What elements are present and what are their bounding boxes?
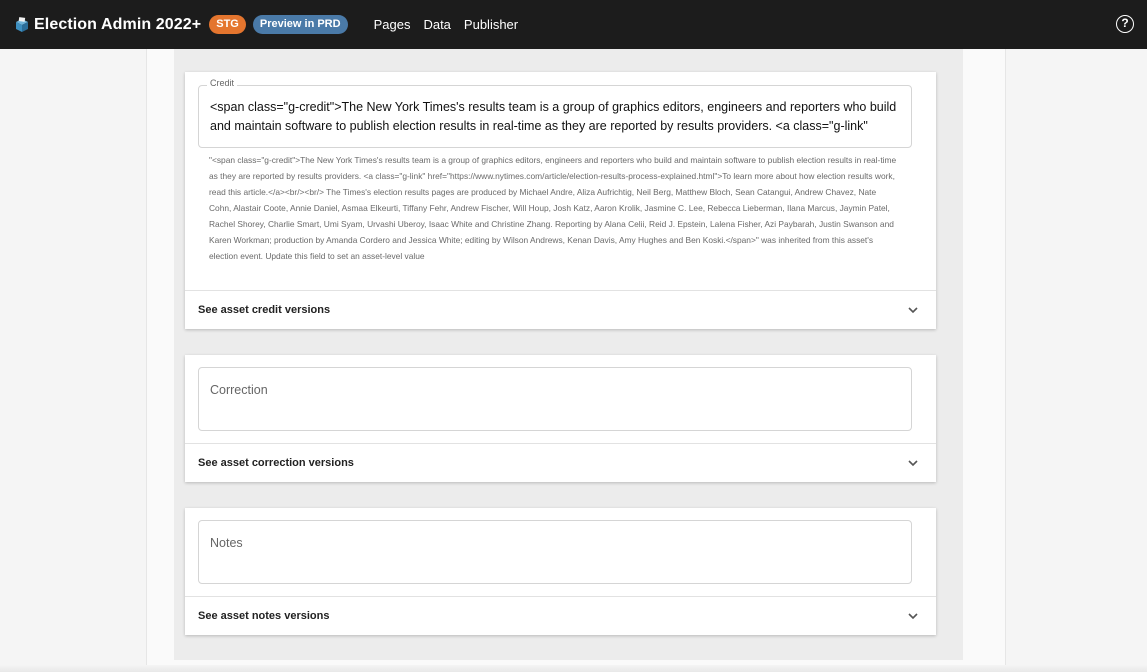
top-bar: Election Admin 2022+ STG Preview in PRD … — [0, 0, 1147, 49]
chevron-down-icon — [908, 307, 918, 314]
nav-data[interactable]: Data — [423, 17, 450, 32]
credit-helper-text: "<span class="g-credit">The New York Tim… — [209, 155, 897, 261]
credit-versions-toggle[interactable]: See asset credit versions — [185, 290, 936, 328]
ballot-box-logo-icon — [14, 16, 30, 33]
correction-placeholder: Correction — [210, 383, 268, 397]
notes-field[interactable]: Notes — [198, 520, 912, 584]
credit-input[interactable]: <span class="g-credit">The New York Time… — [210, 98, 901, 138]
bottom-edge — [0, 665, 1147, 672]
nav-publisher[interactable]: Publisher — [464, 17, 518, 32]
preview-in-prd-badge[interactable]: Preview in PRD — [252, 15, 348, 34]
notes-versions-toggle[interactable]: See asset notes versions — [185, 596, 936, 634]
notes-placeholder: Notes — [210, 536, 243, 550]
credit-versions-label: See asset credit versions — [198, 303, 331, 316]
notes-versions-label: See asset notes versions — [198, 609, 330, 622]
help-circle-icon[interactable]: ? — [1116, 15, 1134, 33]
notes-card: Notes See asset notes versions — [185, 508, 936, 635]
correction-field[interactable]: Correction — [198, 367, 912, 431]
nav-pages[interactable]: Pages — [374, 17, 411, 32]
correction-card: Correction See asset correction versions — [185, 355, 936, 482]
correction-versions-toggle[interactable]: See asset correction versions — [185, 443, 936, 481]
credit-field-label: Credit — [207, 78, 238, 88]
credit-card: Credit <span class="g-credit">The New Yo… — [185, 72, 936, 329]
main-nav: Pages Data Publisher — [374, 17, 532, 32]
app-title[interactable]: Election Admin 2022+ — [34, 16, 201, 34]
credit-field[interactable]: Credit <span class="g-credit">The New Yo… — [198, 78, 912, 148]
chevron-down-icon — [908, 613, 918, 620]
stg-badge: STG — [209, 15, 246, 34]
correction-versions-label: See asset correction versions — [198, 456, 354, 469]
chevron-down-icon — [908, 460, 918, 467]
